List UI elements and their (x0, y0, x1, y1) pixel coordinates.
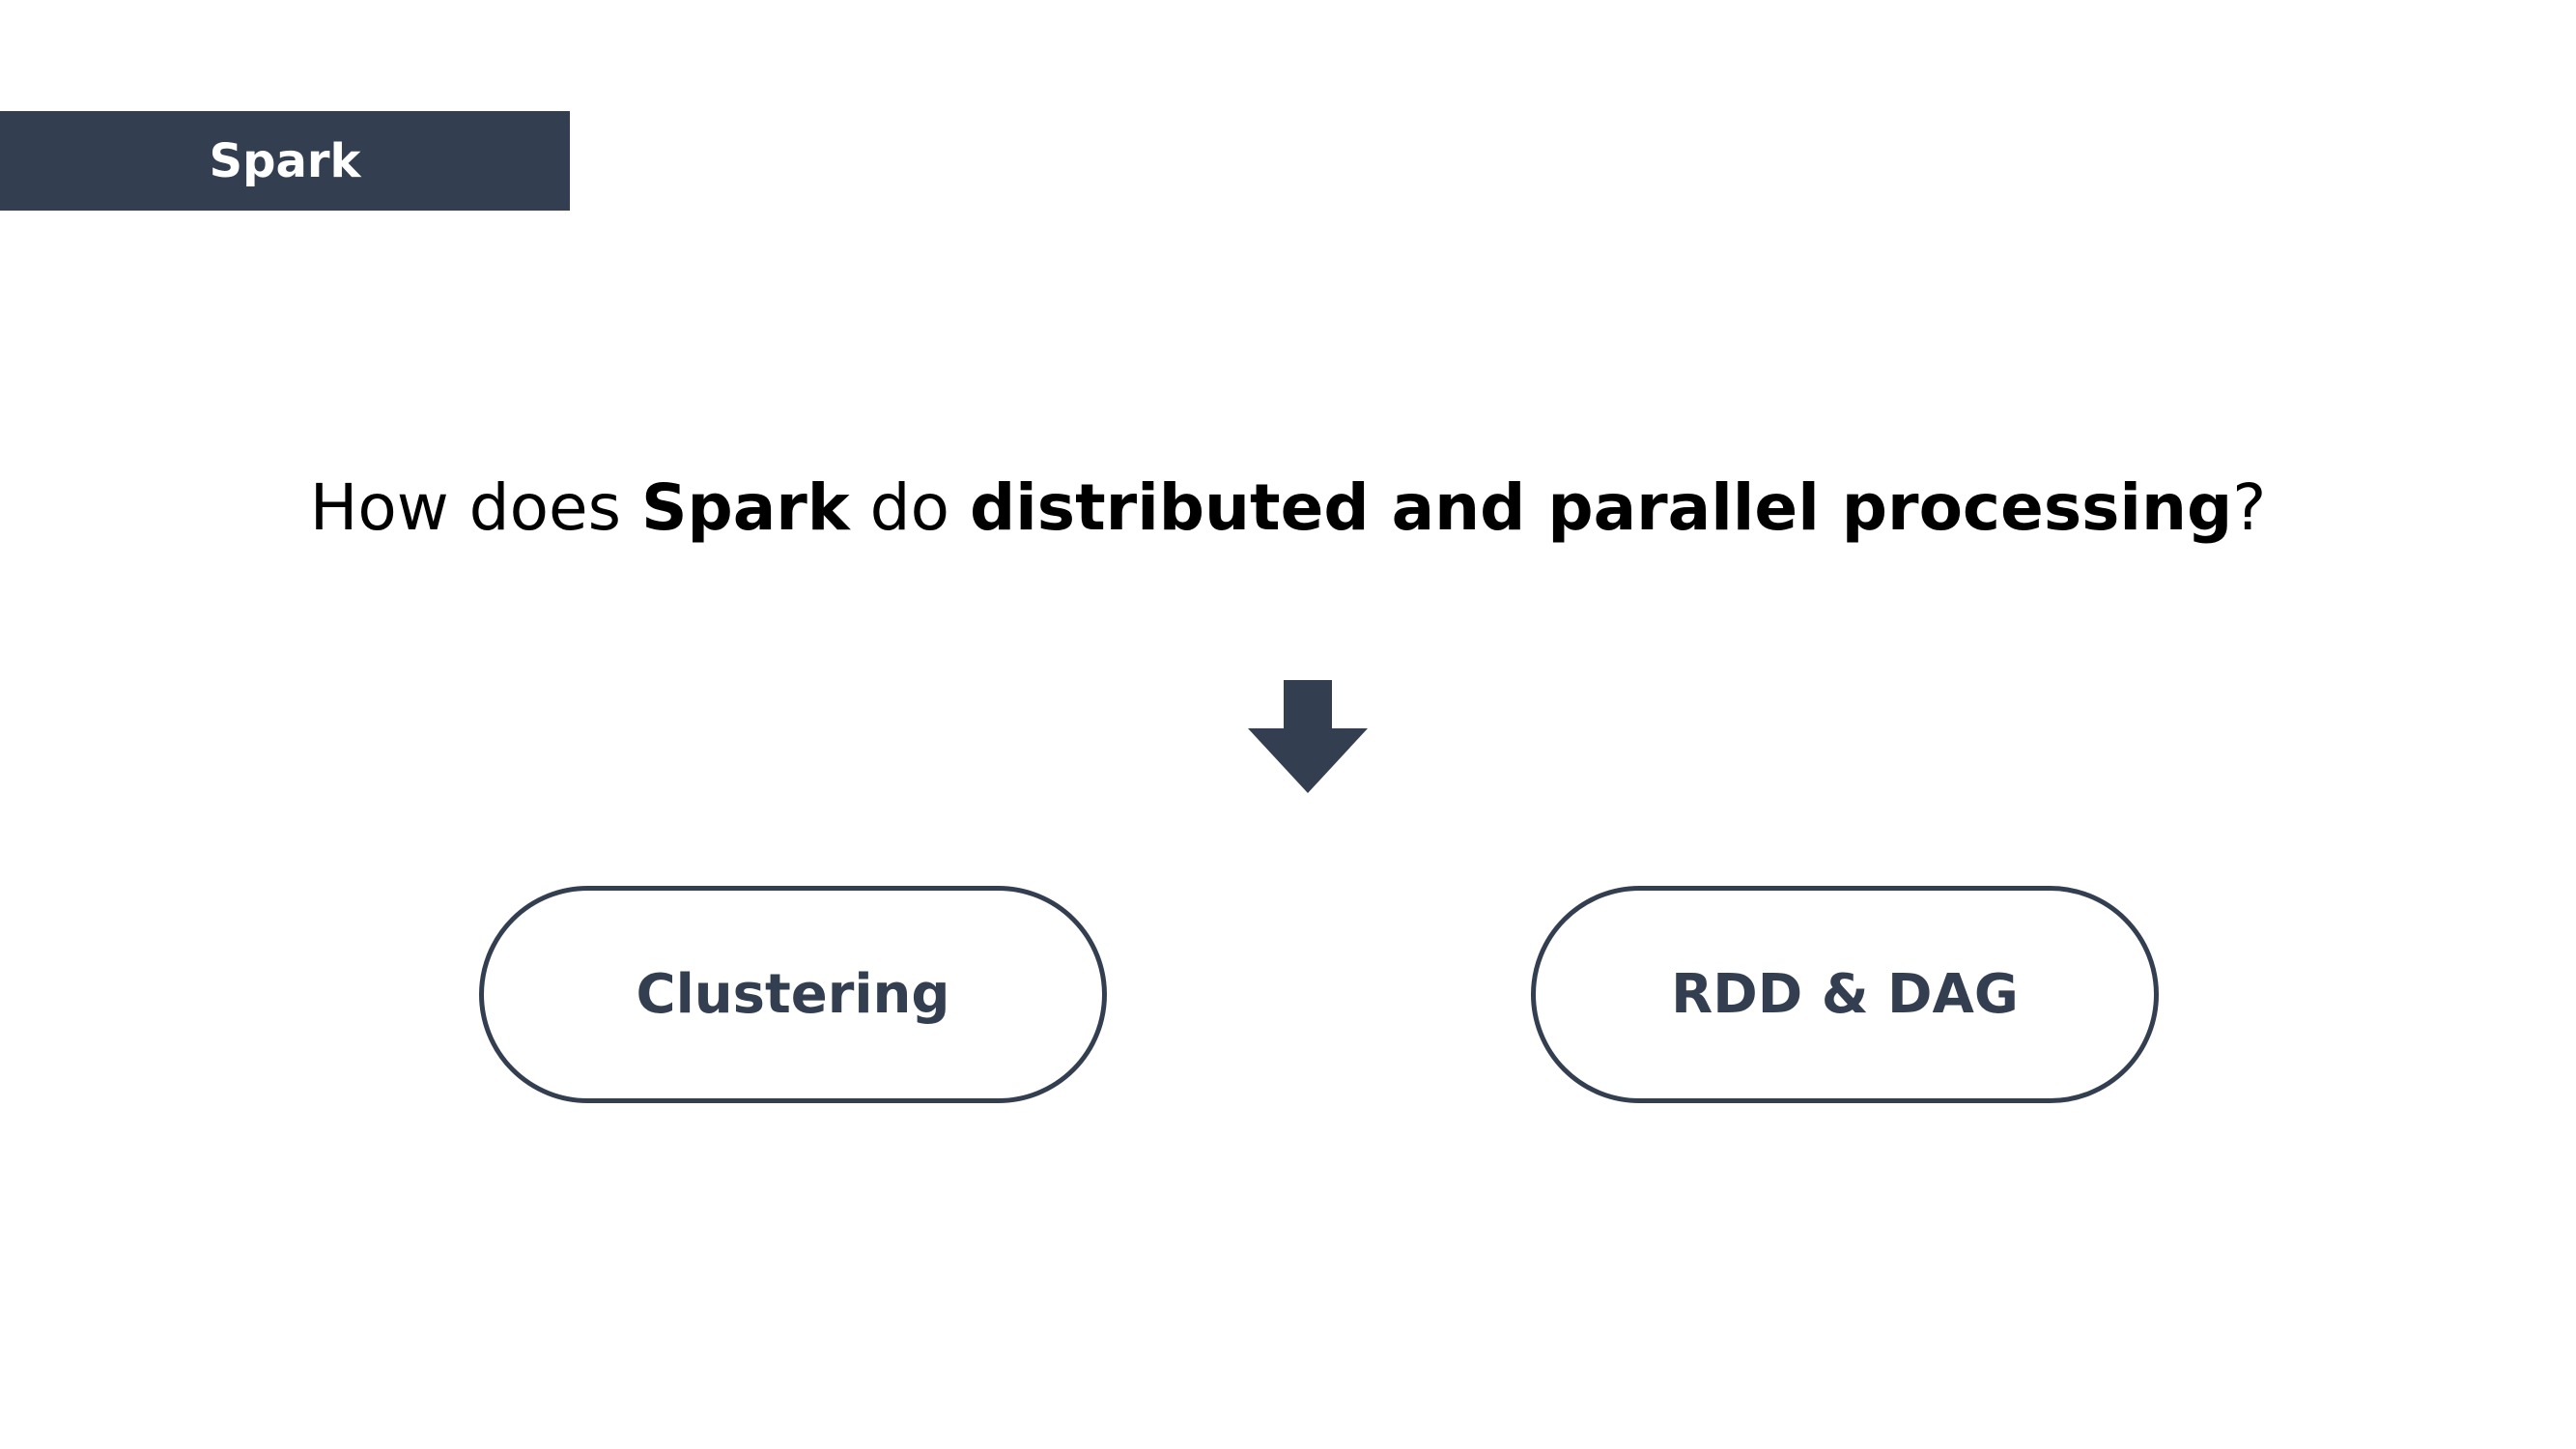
concept-rdd-dag-label: RDD & DAG (1671, 963, 2019, 1026)
question-text-2: do (849, 470, 970, 545)
section-tag: Spark (0, 111, 570, 211)
question-text-1: How does (309, 470, 641, 545)
down-arrow-icon (1248, 680, 1368, 793)
concept-clustering: Clustering (479, 886, 1107, 1103)
question-heading: How does Spark do distributed and parall… (0, 469, 2576, 546)
question-keyword-spark: Spark (640, 470, 850, 545)
section-tag-label: Spark (209, 133, 361, 188)
concept-clustering-label: Clustering (636, 963, 950, 1026)
question-keyword-processing: distributed and parallel processing (969, 470, 2233, 545)
down-arrow-shape (1248, 680, 1368, 793)
question-mark: ? (2232, 470, 2267, 545)
concept-rdd-dag: RDD & DAG (1531, 886, 2159, 1103)
